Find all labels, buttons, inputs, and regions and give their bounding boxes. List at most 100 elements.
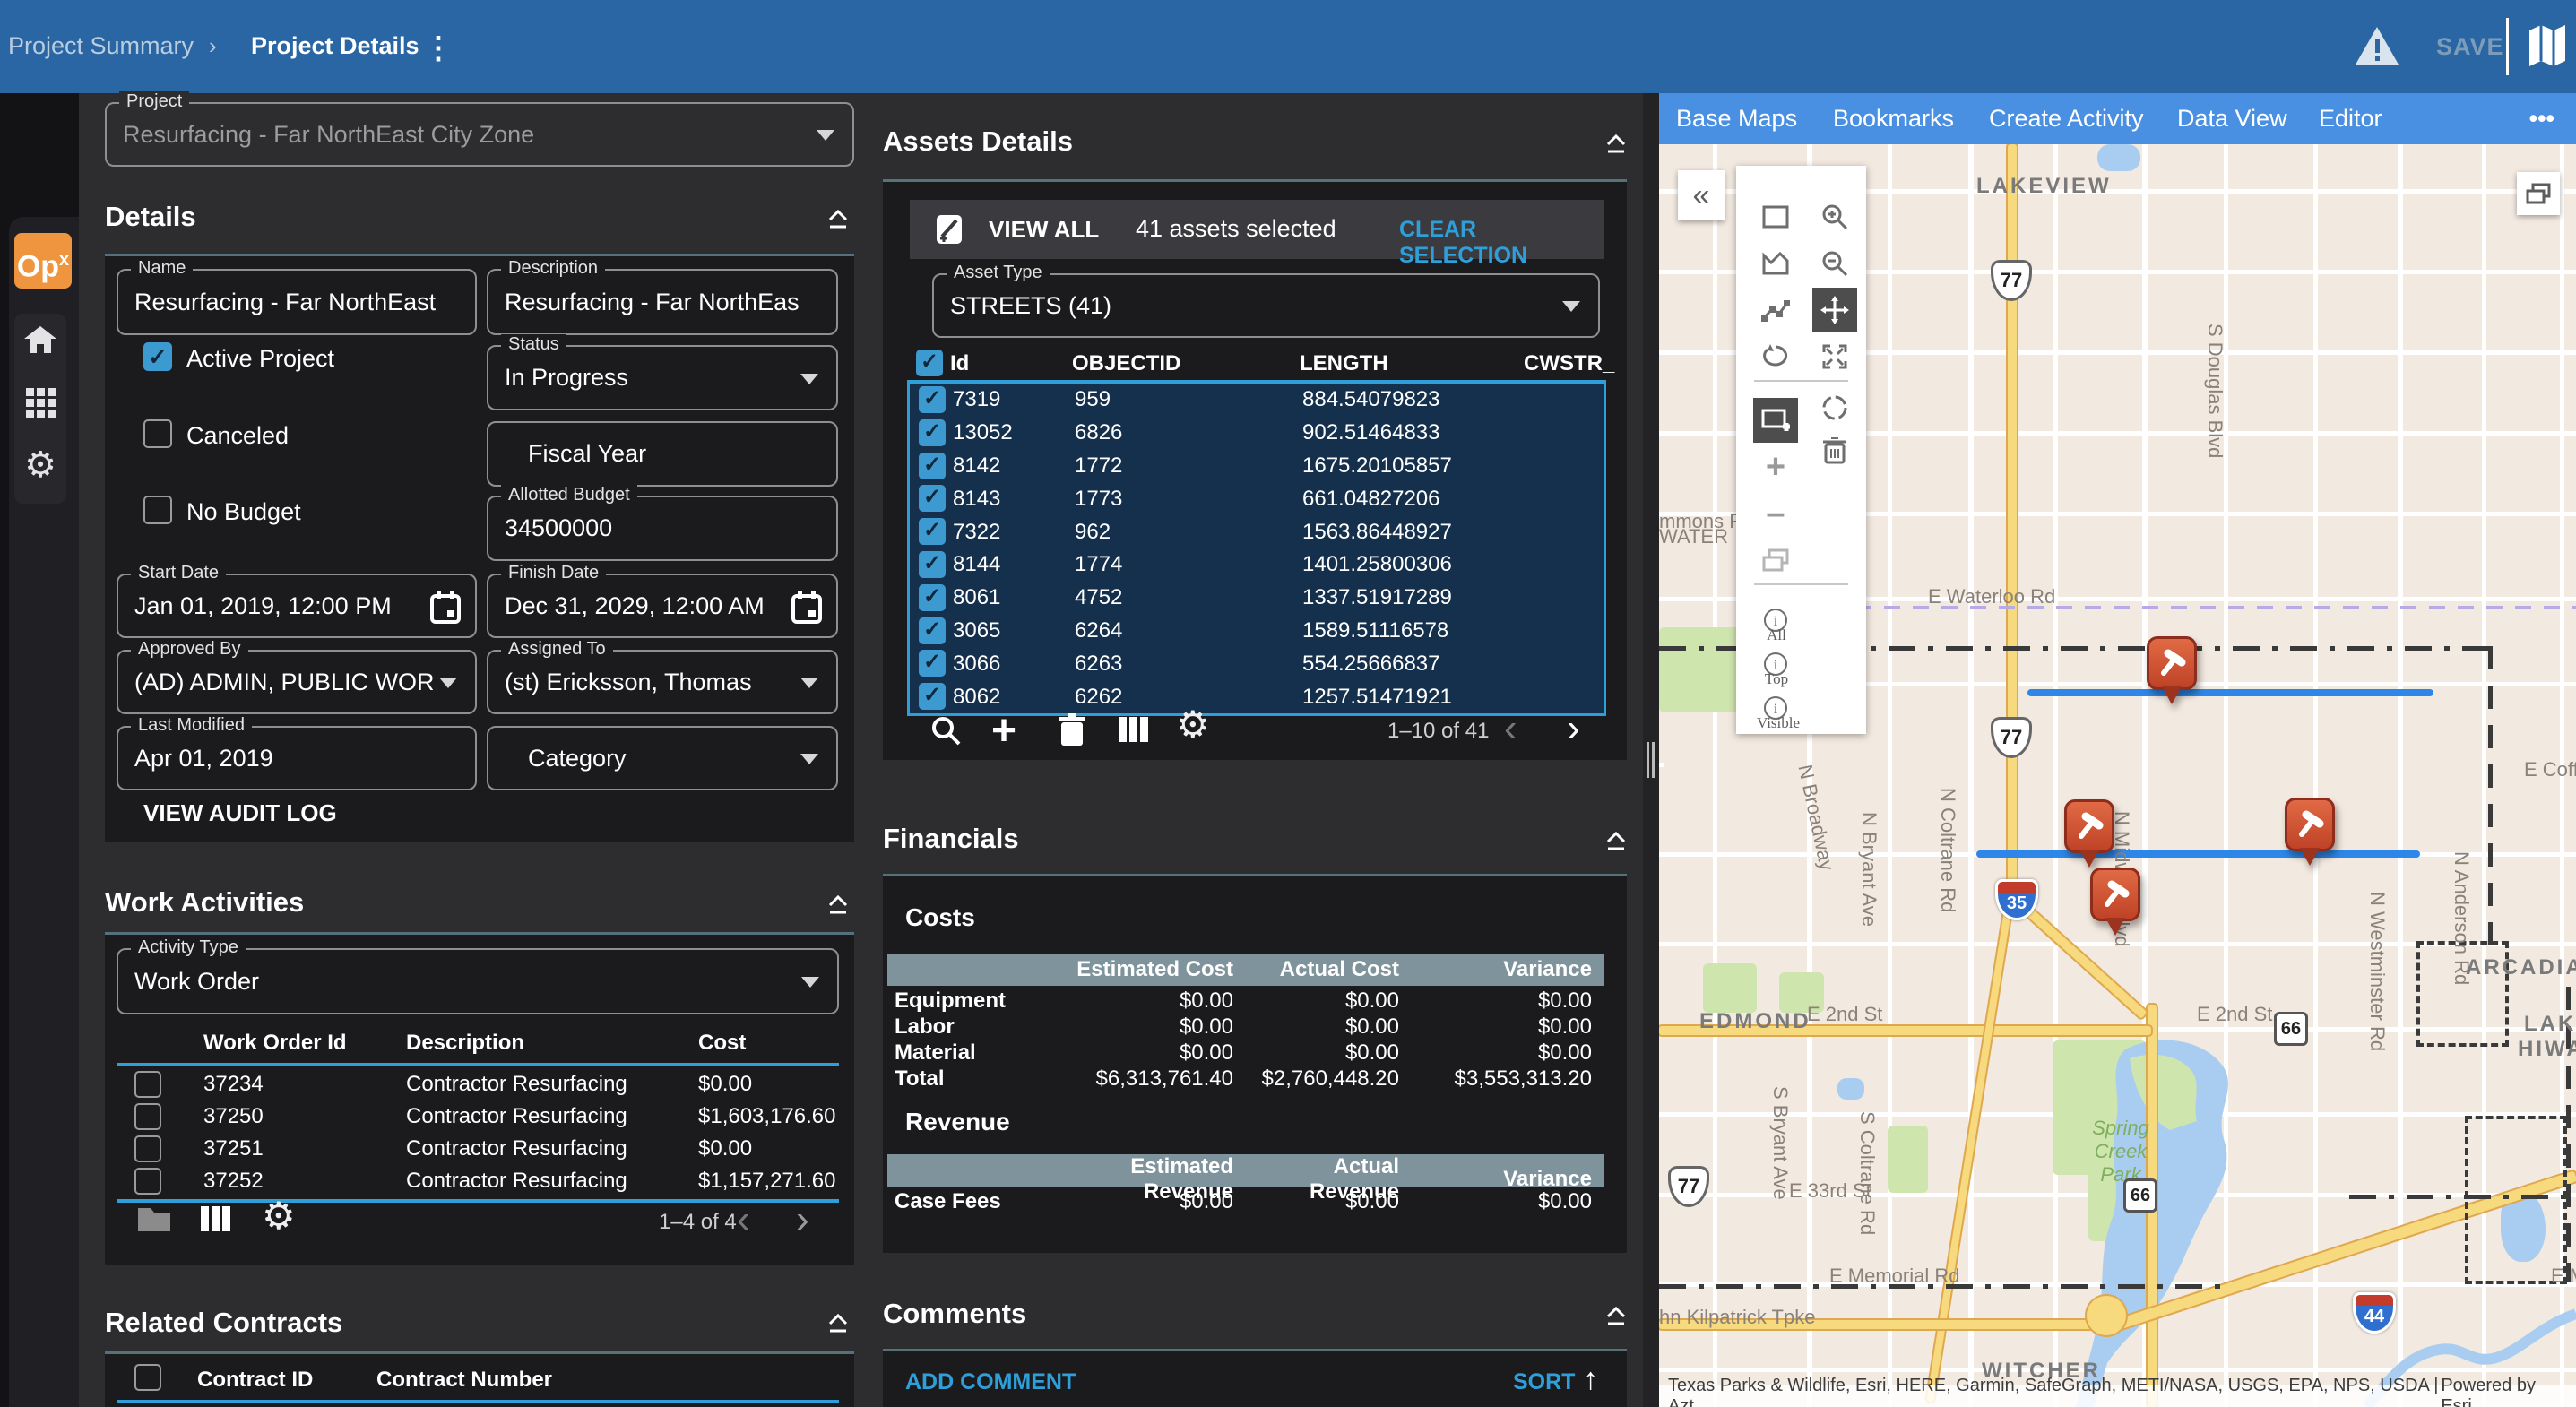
pan-tool[interactable] <box>1812 288 1857 332</box>
table-row[interactable]: 30666263554.25666837 <box>910 647 1604 680</box>
table-row[interactable]: 37251 Contractor Resurfacing $0.00 <box>117 1133 839 1165</box>
basemaps-menu[interactable]: Base Maps <box>1676 93 1797 144</box>
warning-icon[interactable] <box>2354 25 2400 66</box>
calendar-icon[interactable] <box>791 591 822 624</box>
add-comment-button[interactable]: ADD COMMENT <box>905 1369 1076 1395</box>
work-marker-pin[interactable] <box>2064 799 2114 871</box>
assets-col-cwstr[interactable]: CWSTR_ <box>1524 351 1614 376</box>
activity-type-select[interactable]: Activity Type Work Order <box>117 948 839 1014</box>
full-extent-tool[interactable] <box>1812 334 1857 379</box>
sort-button[interactable]: SORT <box>1513 1369 1575 1395</box>
category-select[interactable]: Category <box>487 726 838 790</box>
row-checkbox[interactable] <box>919 683 946 710</box>
assets-col-objectid[interactable]: OBJECTID <box>1072 351 1180 376</box>
columns-icon[interactable] <box>199 1204 231 1233</box>
fiscal-year-field[interactable]: Fiscal Year <box>487 421 838 487</box>
work-marker-pin[interactable] <box>2285 798 2335 869</box>
work-col-id[interactable]: Work Order Id <box>203 1031 347 1056</box>
financials-collapse-icon[interactable] <box>1604 830 1628 851</box>
prev-page-icon[interactable]: ‹ <box>737 1206 750 1233</box>
row-checkbox[interactable] <box>919 386 946 413</box>
search-icon[interactable] <box>929 713 963 747</box>
row-checkbox[interactable] <box>919 453 946 479</box>
table-row[interactable]: 37252 Contractor Resurfacing $1,157,271.… <box>117 1165 839 1197</box>
add-selection-tool[interactable] <box>1753 398 1798 443</box>
description-field[interactable]: Description Resurfacing - Far NorthEast … <box>487 269 838 335</box>
palette-collapse-button[interactable]: « <box>1678 170 1725 220</box>
table-row[interactable]: 806147521337.51917289 <box>910 582 1604 615</box>
create-activity-menu[interactable]: Create Activity <box>1989 93 2144 144</box>
next-page-icon[interactable]: › <box>796 1206 809 1233</box>
gear-icon[interactable]: ⚙ <box>1176 703 1210 747</box>
map-overview-button[interactable] <box>2517 172 2560 215</box>
select-circle-tool[interactable] <box>1812 385 1857 430</box>
save-button[interactable]: SAVE <box>2436 33 2504 61</box>
zoom-in-tool[interactable] <box>1812 194 1857 239</box>
approved-by-select[interactable]: Approved By (AD) ADMIN, PUBLIC WOR... <box>117 650 477 714</box>
breadcrumb-root[interactable]: Project Summary <box>8 32 194 60</box>
details-collapse-icon[interactable] <box>826 208 850 229</box>
trash-icon[interactable] <box>1058 713 1086 747</box>
zoom-out-tool[interactable] <box>1812 241 1857 286</box>
view-all-button[interactable]: VIEW ALL <box>989 216 1099 244</box>
row-checkbox[interactable] <box>919 584 946 611</box>
finish-date-field[interactable]: Finish Date Dec 31, 2029, 12:00 AM <box>487 574 838 638</box>
status-select[interactable]: Status In Progress <box>487 345 838 410</box>
delete-selection-tool[interactable] <box>1812 428 1857 473</box>
table-row[interactable]: 130526826902.51464833 <box>910 417 1604 450</box>
table-row[interactable]: 7319959884.54079823 <box>910 384 1604 417</box>
home-icon[interactable] <box>14 324 66 355</box>
selected-street-segment[interactable] <box>2027 689 2433 696</box>
row-checkbox[interactable] <box>919 650 946 677</box>
sort-direction-icon[interactable]: ↑ <box>1583 1362 1598 1397</box>
work-marker-pin[interactable] <box>2090 868 2140 939</box>
row-checkbox[interactable] <box>919 551 946 578</box>
prev-page-icon[interactable]: ‹ <box>1504 715 1517 742</box>
row-checkbox[interactable] <box>134 1071 161 1098</box>
gear-icon[interactable]: ⚙ <box>262 1194 296 1238</box>
toolbar-overflow-button[interactable]: ••• <box>2529 93 2554 144</box>
table-row[interactable]: 73229621563.86448927 <box>910 515 1604 548</box>
apps-grid-icon[interactable] <box>14 387 66 418</box>
bookmarks-menu[interactable]: Bookmarks <box>1833 93 1954 144</box>
row-checkbox[interactable] <box>919 617 946 644</box>
work-activities-collapse-icon[interactable] <box>826 893 850 915</box>
name-field[interactable]: Name Resurfacing - Far NorthEast City Zo <box>117 269 477 335</box>
view-all-icon[interactable] <box>935 213 965 246</box>
row-checkbox[interactable] <box>919 485 946 512</box>
table-row[interactable]: 81431773661.04827206 <box>910 482 1604 515</box>
undo-selection-tool[interactable] <box>1753 334 1798 379</box>
zoom-minus-tool[interactable]: – <box>1753 491 1798 536</box>
no-budget-checkbox[interactable] <box>143 496 172 524</box>
table-row[interactable]: 37234 Contractor Resurfacing $0.00 <box>117 1068 839 1101</box>
row-checkbox[interactable] <box>134 1168 161 1195</box>
row-checkbox[interactable] <box>919 518 946 545</box>
assigned-to-select[interactable]: Assigned To (st) Ericksson, Thomas <box>487 650 838 714</box>
assets-select-all-checkbox[interactable] <box>916 350 943 376</box>
next-page-icon[interactable]: › <box>1567 715 1580 742</box>
select-polyline-tool[interactable] <box>1753 288 1798 332</box>
work-col-cost[interactable]: Cost <box>698 1031 746 1056</box>
row-checkbox[interactable] <box>919 419 946 446</box>
project-select[interactable]: Project Resurfacing - Far NorthEast City… <box>105 102 854 167</box>
contracts-col-number[interactable]: Contract Number <box>376 1368 552 1393</box>
selected-street-segment[interactable] <box>1976 850 2420 858</box>
page-menu-button[interactable]: ⋮ <box>423 30 454 66</box>
table-row[interactable]: 37250 Contractor Resurfacing $1,603,176.… <box>117 1101 839 1133</box>
map-canvas[interactable]: LAKEVIEW S Douglas Blvd mmons Rd WATER E… <box>1659 144 2576 1407</box>
data-view-menu[interactable]: Data View <box>2177 93 2287 144</box>
work-col-description[interactable]: Description <box>406 1031 524 1056</box>
comments-collapse-icon[interactable] <box>1604 1305 1628 1326</box>
active-project-checkbox[interactable] <box>143 342 172 371</box>
row-checkbox[interactable] <box>134 1103 161 1130</box>
table-row[interactable]: 814217721675.20105857 <box>910 450 1604 483</box>
folder-icon[interactable] <box>136 1204 172 1233</box>
copy-selection-tool[interactable] <box>1753 538 1798 583</box>
view-audit-log-link[interactable]: VIEW AUDIT LOG <box>143 799 337 827</box>
select-polygon-tool[interactable] <box>1753 241 1798 286</box>
panel-splitter[interactable] <box>1643 93 1659 1407</box>
row-checkbox[interactable] <box>134 1135 161 1162</box>
canceled-checkbox[interactable] <box>143 419 172 448</box>
work-marker-pin[interactable] <box>2147 636 2197 708</box>
map-toggle-icon[interactable] <box>2528 23 2567 68</box>
